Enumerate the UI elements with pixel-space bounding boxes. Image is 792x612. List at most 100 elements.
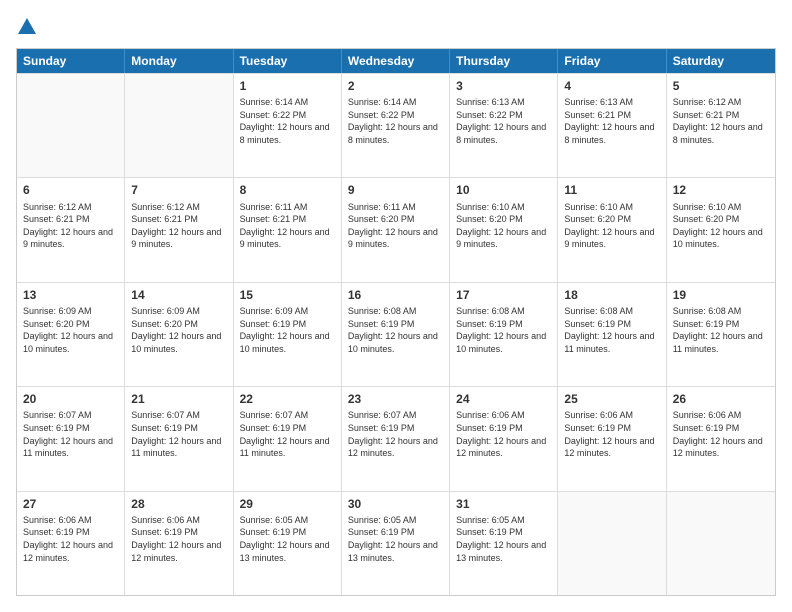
calendar-cell: 17Sunrise: 6:08 AM Sunset: 6:19 PM Dayli…: [450, 283, 558, 386]
calendar-cell: 25 Sunrise: 6:06 AM Sunset: 6:19 PM Dayli…: [558, 387, 666, 490]
calendar-cell: [667, 492, 775, 595]
day-number: 8: [240, 182, 335, 198]
day-number: 13: [23, 287, 118, 303]
calendar-cell: 20Sunrise: 6:07 AM Sunset: 6:19 PM Dayli…: [17, 387, 125, 490]
calendar-cell: 14 Sunrise: 6:09 AM Sunset: 6:20 PM Dayli…: [125, 283, 233, 386]
cell-text: Sunrise: 6:13 AM Sunset: 6:22 PM Dayligh…: [456, 96, 551, 146]
day-number: 22: [240, 391, 335, 407]
cell-text: Sunrise: 6:08 AM Sunset: 6:19 PM Dayligh…: [673, 305, 769, 355]
cell-text: Sunrise: 6:09 AM Sunset: 6:20 PM Dayligh…: [131, 305, 226, 355]
calendar-cell: 10 Sunrise: 6:10 AM Sunset: 6:20 PM Dayli…: [450, 178, 558, 281]
day-number: 10: [456, 182, 551, 198]
cell-text: Sunrise: 6:06 AM Sunset: 6:19 PM Dayligh…: [131, 514, 226, 564]
day-number: 19: [673, 287, 769, 303]
day-number: 12: [673, 182, 769, 198]
cell-text: Sunrise: 6:05 AM Sunset: 6:19 PM Dayligh…: [456, 514, 551, 564]
calendar: SundayMondayTuesdayWednesdayThursdayFrid…: [16, 48, 776, 596]
cell-text: Sunrise: 6:12 AM Sunset: 6:21 PM Dayligh…: [23, 201, 118, 251]
day-number: 30: [348, 496, 443, 512]
calendar-cell: 13 Sunrise: 6:09 AM Sunset: 6:20 PM Dayli…: [17, 283, 125, 386]
day-number: 26: [673, 391, 769, 407]
weekday-header: Thursday: [450, 49, 558, 73]
day-number: 3: [456, 78, 551, 94]
cell-text: Sunrise: 6:05 AM Sunset: 6:19 PM Dayligh…: [348, 514, 443, 564]
cell-text: Sunrise: 6:07 AM Sunset: 6:19 PM Dayligh…: [348, 409, 443, 459]
cell-text: Sunrise: 6:10 AM Sunset: 6:20 PM Dayligh…: [673, 201, 769, 251]
cell-text: Sunrise: 6:05 AM Sunset: 6:19 PM Dayligh…: [240, 514, 335, 564]
calendar-cell: 27 Sunrise: 6:06 AM Sunset: 6:19 PM Dayli…: [17, 492, 125, 595]
cell-text: Sunrise: 6:09 AM Sunset: 6:19 PM Dayligh…: [240, 305, 335, 355]
day-number: 17: [456, 287, 551, 303]
calendar-row: 6 Sunrise: 6:12 AM Sunset: 6:21 PM Daylig…: [17, 177, 775, 281]
calendar-cell: 3 Sunrise: 6:13 AM Sunset: 6:22 PM Daylig…: [450, 74, 558, 177]
calendar-cell: [125, 74, 233, 177]
day-number: 18: [564, 287, 659, 303]
day-number: 4: [564, 78, 659, 94]
logo: [16, 16, 38, 38]
header: [16, 16, 776, 38]
calendar-cell: [558, 492, 666, 595]
calendar-cell: 24Sunrise: 6:06 AM Sunset: 6:19 PM Dayli…: [450, 387, 558, 490]
cell-text: Sunrise: 6:11 AM Sunset: 6:20 PM Dayligh…: [348, 201, 443, 251]
calendar-cell: 1Sunrise: 6:14 AM Sunset: 6:22 PM Daylig…: [234, 74, 342, 177]
weekday-header: Wednesday: [342, 49, 450, 73]
weekday-header: Saturday: [667, 49, 775, 73]
calendar-cell: 22 Sunrise: 6:07 AM Sunset: 6:19 PM Dayli…: [234, 387, 342, 490]
cell-text: Sunrise: 6:08 AM Sunset: 6:19 PM Dayligh…: [564, 305, 659, 355]
day-number: 20: [23, 391, 118, 407]
calendar-cell: 19 Sunrise: 6:08 AM Sunset: 6:19 PM Dayli…: [667, 283, 775, 386]
day-number: 15: [240, 287, 335, 303]
page: SundayMondayTuesdayWednesdayThursdayFrid…: [0, 0, 792, 612]
calendar-cell: 18 Sunrise: 6:08 AM Sunset: 6:19 PM Dayli…: [558, 283, 666, 386]
day-number: 6: [23, 182, 118, 198]
calendar-row: 1Sunrise: 6:14 AM Sunset: 6:22 PM Daylig…: [17, 73, 775, 177]
cell-text: Sunrise: 6:06 AM Sunset: 6:19 PM Dayligh…: [564, 409, 659, 459]
calendar-cell: 26Sunrise: 6:06 AM Sunset: 6:19 PM Dayli…: [667, 387, 775, 490]
calendar-cell: 31Sunrise: 6:05 AM Sunset: 6:19 PM Dayli…: [450, 492, 558, 595]
day-number: 24: [456, 391, 551, 407]
calendar-cell: 23 Sunrise: 6:07 AM Sunset: 6:19 PM Dayli…: [342, 387, 450, 490]
calendar-cell: 2 Sunrise: 6:14 AM Sunset: 6:22 PM Daylig…: [342, 74, 450, 177]
cell-text: Sunrise: 6:08 AM Sunset: 6:19 PM Dayligh…: [348, 305, 443, 355]
cell-text: Sunrise: 6:07 AM Sunset: 6:19 PM Dayligh…: [131, 409, 226, 459]
day-number: 27: [23, 496, 118, 512]
cell-text: Sunrise: 6:06 AM Sunset: 6:19 PM Dayligh…: [23, 514, 118, 564]
calendar-cell: 21 Sunrise: 6:07 AM Sunset: 6:19 PM Dayli…: [125, 387, 233, 490]
cell-text: Sunrise: 6:10 AM Sunset: 6:20 PM Dayligh…: [564, 201, 659, 251]
calendar-body: 1Sunrise: 6:14 AM Sunset: 6:22 PM Daylig…: [17, 73, 775, 595]
day-number: 14: [131, 287, 226, 303]
calendar-cell: 28 Sunrise: 6:06 AM Sunset: 6:19 PM Dayli…: [125, 492, 233, 595]
day-number: 28: [131, 496, 226, 512]
calendar-cell: 15 Sunrise: 6:09 AM Sunset: 6:19 PM Dayli…: [234, 283, 342, 386]
calendar-cell: 16 Sunrise: 6:08 AM Sunset: 6:19 PM Dayli…: [342, 283, 450, 386]
day-number: 9: [348, 182, 443, 198]
cell-text: Sunrise: 6:09 AM Sunset: 6:20 PM Dayligh…: [23, 305, 118, 355]
calendar-cell: 6 Sunrise: 6:12 AM Sunset: 6:21 PM Daylig…: [17, 178, 125, 281]
day-number: 2: [348, 78, 443, 94]
cell-text: Sunrise: 6:14 AM Sunset: 6:22 PM Dayligh…: [240, 96, 335, 146]
calendar-header: SundayMondayTuesdayWednesdayThursdayFrid…: [17, 49, 775, 73]
calendar-cell: 30 Sunrise: 6:05 AM Sunset: 6:19 PM Dayli…: [342, 492, 450, 595]
day-number: 21: [131, 391, 226, 407]
day-number: 23: [348, 391, 443, 407]
cell-text: Sunrise: 6:13 AM Sunset: 6:21 PM Dayligh…: [564, 96, 659, 146]
day-number: 29: [240, 496, 335, 512]
day-number: 5: [673, 78, 769, 94]
weekday-header: Monday: [125, 49, 233, 73]
calendar-cell: 11 Sunrise: 6:10 AM Sunset: 6:20 PM Dayli…: [558, 178, 666, 281]
day-number: 16: [348, 287, 443, 303]
cell-text: Sunrise: 6:12 AM Sunset: 6:21 PM Dayligh…: [131, 201, 226, 251]
calendar-cell: 7 Sunrise: 6:12 AM Sunset: 6:21 PM Daylig…: [125, 178, 233, 281]
cell-text: Sunrise: 6:10 AM Sunset: 6:20 PM Dayligh…: [456, 201, 551, 251]
cell-text: Sunrise: 6:07 AM Sunset: 6:19 PM Dayligh…: [240, 409, 335, 459]
calendar-cell: [17, 74, 125, 177]
cell-text: Sunrise: 6:12 AM Sunset: 6:21 PM Dayligh…: [673, 96, 769, 146]
day-number: 7: [131, 182, 226, 198]
calendar-row: 27 Sunrise: 6:06 AM Sunset: 6:19 PM Dayli…: [17, 491, 775, 595]
day-number: 11: [564, 182, 659, 198]
cell-text: Sunrise: 6:14 AM Sunset: 6:22 PM Dayligh…: [348, 96, 443, 146]
day-number: 25: [564, 391, 659, 407]
weekday-header: Sunday: [17, 49, 125, 73]
calendar-cell: 12 Sunrise: 6:10 AM Sunset: 6:20 PM Dayli…: [667, 178, 775, 281]
weekday-header: Tuesday: [234, 49, 342, 73]
